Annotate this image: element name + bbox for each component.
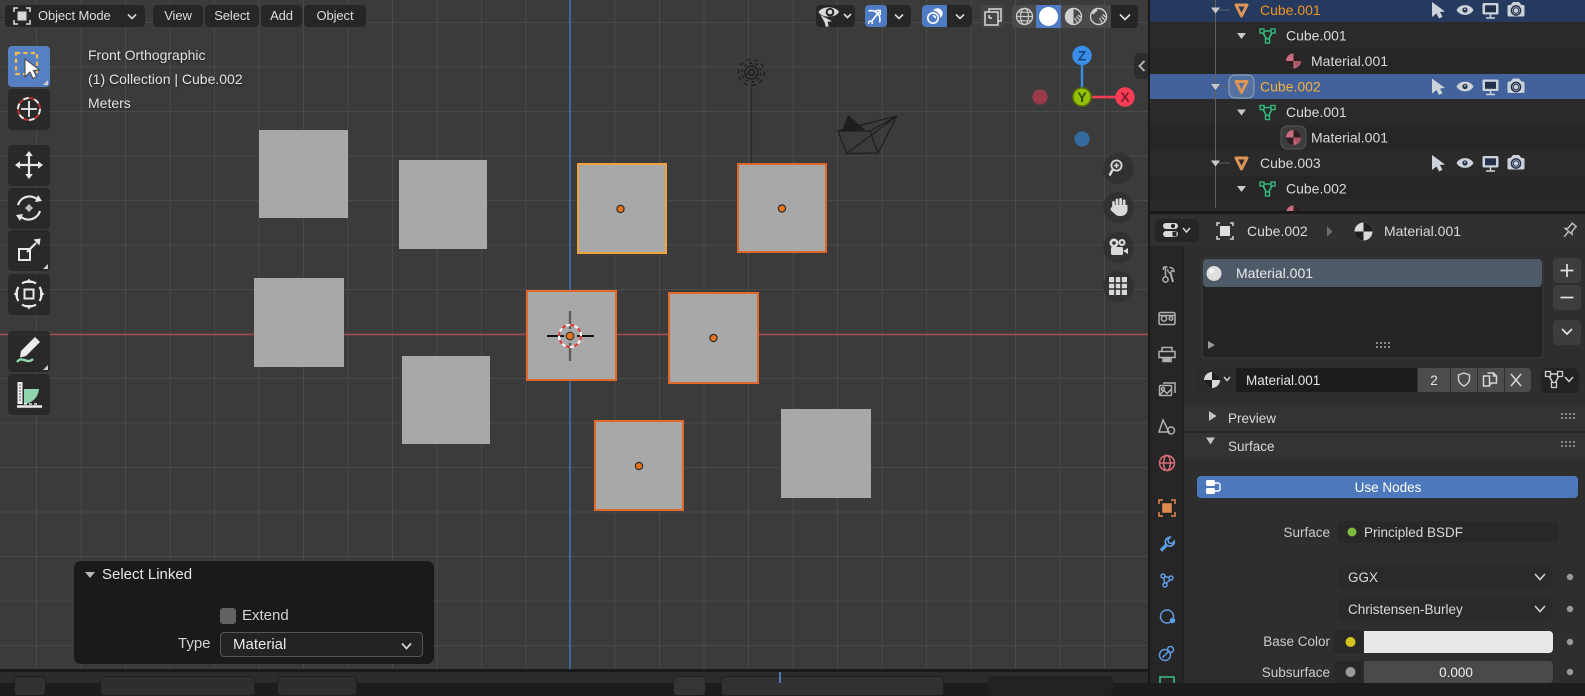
svg-text:Christensen-Burley: Christensen-Burley — [1348, 602, 1463, 617]
svg-text:Material.001: Material.001 — [1311, 130, 1388, 146]
svg-text:Preview: Preview — [1228, 411, 1276, 426]
svg-text:Material.001: Material.001 — [1384, 223, 1461, 239]
svg-text:Subsurface: Subsurface — [1262, 665, 1330, 680]
svg-text:Material.001: Material.001 — [1246, 373, 1320, 388]
svg-text:Z: Z — [1078, 48, 1087, 64]
svg-text:Cube.003: Cube.003 — [1260, 155, 1321, 171]
svg-text:2: 2 — [1430, 373, 1438, 388]
svg-text:Surface: Surface — [1283, 525, 1330, 540]
svg-text:Cube.001: Cube.001 — [1286, 104, 1347, 120]
svg-text:Cube.002: Cube.002 — [1286, 181, 1347, 197]
svg-text:Surface: Surface — [1228, 439, 1275, 454]
svg-text:Material.001: Material.001 — [1311, 53, 1388, 69]
svg-text:Cube.001: Cube.001 — [1286, 28, 1347, 44]
svg-text:Material.001: Material.001 — [1236, 265, 1313, 281]
svg-text:Cube.001: Cube.001 — [1260, 2, 1321, 18]
svg-text:Cube.002: Cube.002 — [1260, 79, 1321, 95]
svg-text:Use Nodes: Use Nodes — [1355, 480, 1422, 495]
svg-text:Cube.002: Cube.002 — [1247, 223, 1308, 239]
svg-text:0.000: 0.000 — [1439, 665, 1473, 680]
svg-text:X: X — [1120, 89, 1130, 105]
svg-text:GGX: GGX — [1348, 570, 1378, 585]
svg-text:Base Color: Base Color — [1263, 634, 1330, 649]
svg-text:Principled BSDF: Principled BSDF — [1364, 525, 1463, 540]
svg-text:Y: Y — [1077, 89, 1087, 105]
